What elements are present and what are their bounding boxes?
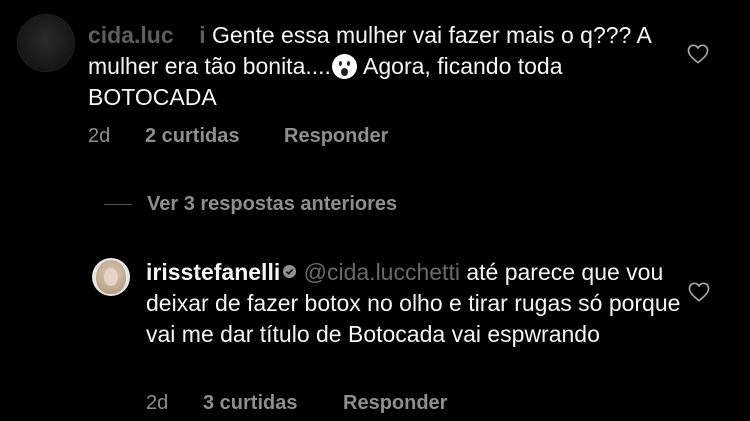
comment-username-tail: i: [199, 22, 206, 48]
likes-count[interactable]: 3 curtidas: [203, 392, 297, 415]
astonished-face-emoji: [331, 54, 357, 79]
username-smear: [174, 22, 200, 48]
mention[interactable]: @: [304, 259, 327, 285]
comment-text: cida.luc i Gente essa mulher vai fazer m…: [88, 20, 688, 113]
comment-time: 2d: [88, 125, 111, 147]
likes-count[interactable]: 2 curtidas: [145, 125, 239, 148]
replies-divider-line: [104, 203, 132, 205]
verified-badge-icon: [283, 264, 297, 279]
avatar[interactable]: [17, 14, 75, 72]
comment-text: irisstefanelli @cida.lucchetti até parec…: [146, 257, 706, 350]
heart-outline-icon[interactable]: [687, 44, 709, 64]
heart-outline-icon[interactable]: [688, 282, 710, 302]
view-replies-label: Ver 3 respostas anteriores: [147, 192, 398, 215]
reply-button[interactable]: Responder: [284, 125, 388, 148]
comment-username[interactable]: irisstefanelli: [146, 259, 280, 285]
comment-time: 2d: [146, 392, 169, 414]
reply-button[interactable]: Responder: [343, 392, 447, 415]
comment-username[interactable]: cida.luc: [88, 22, 174, 48]
mention-obscured: cida.lucchetti: [326, 259, 460, 285]
avatar[interactable]: [92, 258, 130, 296]
view-previous-replies[interactable]: Ver 3 respostas anteriores: [104, 191, 397, 217]
